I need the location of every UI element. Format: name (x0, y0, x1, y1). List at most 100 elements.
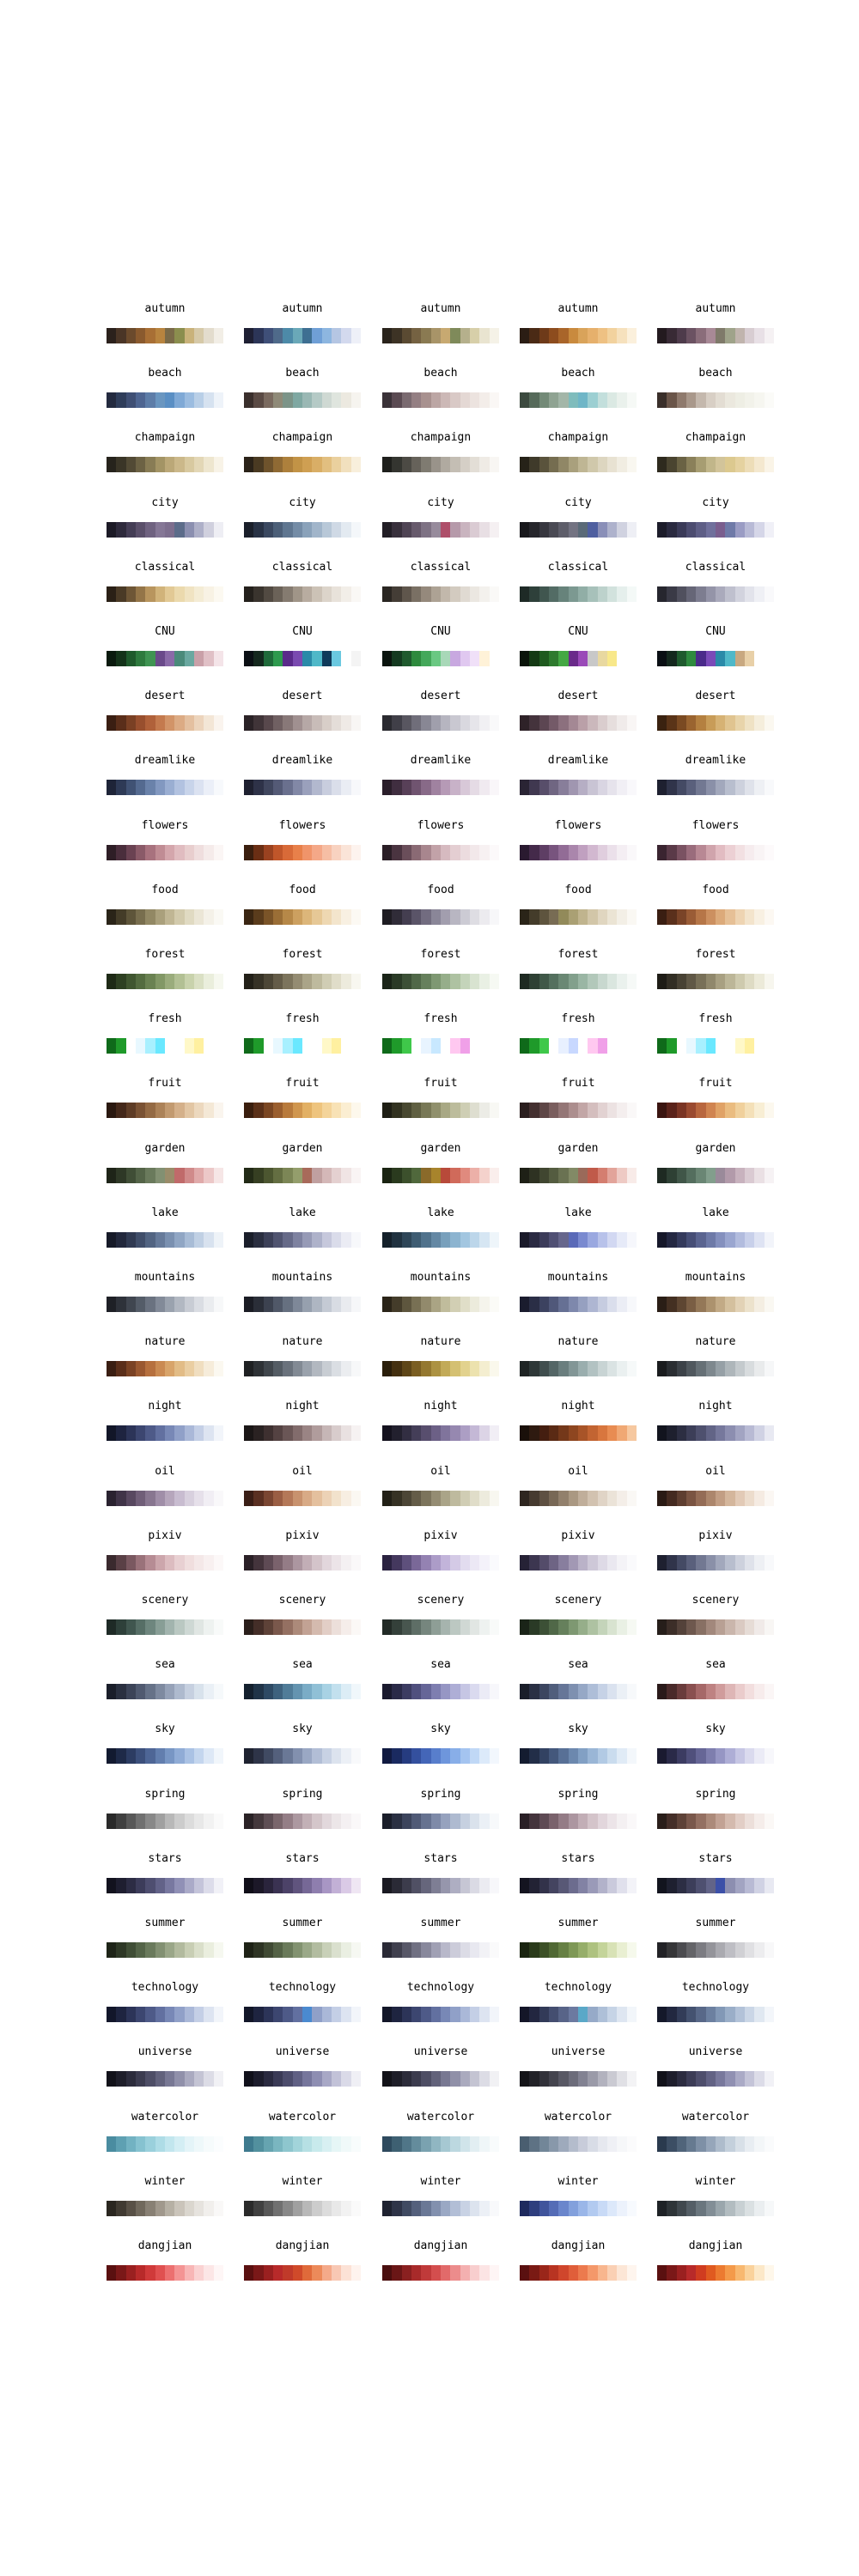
color-swatch (125, 586, 136, 602)
color-swatch (657, 1297, 667, 1312)
color-swatch (341, 1361, 351, 1377)
palette-title: universe (275, 2045, 330, 2059)
color-swatch (321, 2265, 332, 2281)
color-swatch (145, 1103, 155, 1119)
color-swatch (489, 1942, 499, 1958)
color-swatch (283, 2007, 293, 2023)
color-swatch (469, 1167, 480, 1183)
color-swatch (193, 844, 204, 860)
color-swatch (568, 2007, 578, 2023)
color-swatch (430, 392, 441, 409)
color-swatch (350, 1877, 361, 1893)
color-swatch (401, 1103, 411, 1119)
color-swatch (764, 1619, 774, 1635)
color-swatch (292, 1038, 302, 1054)
color-swatch (676, 1167, 686, 1183)
color-swatch (734, 1748, 745, 1765)
color-swatch (204, 2071, 214, 2087)
color-swatch (125, 1942, 136, 1958)
color-swatch (606, 1231, 618, 1248)
color-swatch (145, 1877, 155, 1893)
color-swatch (450, 392, 460, 409)
color-swatch (440, 2265, 451, 2281)
color-swatch (764, 1490, 774, 1506)
color-swatch (440, 1942, 451, 1958)
color-swatch (116, 457, 126, 473)
color-swatch (312, 1231, 322, 1248)
color-swatch (744, 521, 755, 538)
palette-title: dreamlike (685, 754, 746, 768)
color-swatch (626, 780, 637, 796)
palette-title: sky (155, 1722, 175, 1736)
color-swatch (450, 2136, 460, 2152)
color-swatch (558, 844, 569, 860)
color-swatch (331, 715, 342, 732)
color-swatch (597, 1554, 607, 1571)
color-swatch (193, 1942, 204, 1958)
color-swatch (382, 2200, 393, 2216)
color-swatch (350, 1103, 361, 1119)
color-swatch (469, 2007, 480, 2023)
color-swatch (667, 1038, 677, 1054)
color-swatch (430, 1684, 441, 1700)
color-swatch (558, 1877, 569, 1893)
color-swatch (715, 1748, 726, 1765)
color-swatch (539, 1554, 549, 1571)
color-swatch (350, 1425, 361, 1442)
color-swatch (164, 1425, 175, 1442)
color-swatch (764, 974, 774, 989)
color-swatch (392, 715, 402, 732)
color-swatch (606, 908, 618, 925)
color-swatch (450, 2007, 460, 2023)
color-swatch (548, 328, 559, 343)
color-swatch (184, 1619, 194, 1635)
color-swatch (253, 1231, 264, 1248)
color-swatch (321, 844, 332, 860)
color-swatch (558, 1490, 569, 1506)
color-swatch (705, 1554, 716, 1571)
color-swatch (263, 2071, 273, 2087)
color-swatch (430, 908, 441, 925)
color-swatch (588, 1490, 598, 1506)
color-swatch (213, 2007, 223, 2023)
palette-title: city (289, 495, 316, 509)
color-swatch (626, 908, 637, 925)
color-swatch (754, 1231, 765, 1248)
color-swatch (577, 1361, 588, 1377)
color-swatch (135, 392, 146, 409)
color-swatch (382, 1490, 393, 1506)
color-swatch (568, 1942, 578, 1958)
color-swatch (116, 974, 126, 989)
color-swatch (479, 780, 490, 796)
swatch-row (520, 2136, 637, 2152)
swatch-row (520, 2071, 637, 2087)
color-swatch (283, 1038, 293, 1054)
color-swatch (754, 521, 765, 538)
color-swatch (479, 651, 490, 666)
color-swatch (135, 1297, 146, 1312)
color-swatch (116, 392, 126, 409)
color-swatch (725, 780, 735, 796)
color-swatch (244, 586, 254, 602)
color-swatch (116, 2136, 126, 2152)
color-swatch (244, 1231, 254, 1248)
color-swatch (421, 1361, 431, 1377)
swatch-row (657, 586, 774, 602)
color-swatch (450, 328, 460, 343)
color-swatch (350, 1490, 361, 1506)
color-swatch (597, 2265, 607, 2281)
color-swatch (331, 1619, 342, 1635)
color-swatch (715, 1425, 726, 1442)
color-swatch (272, 328, 283, 343)
color-swatch (520, 908, 530, 925)
color-swatch (350, 2200, 361, 2216)
color-swatch (617, 715, 627, 732)
color-swatch (392, 1684, 402, 1700)
color-swatch (145, 328, 155, 343)
color-swatch (754, 1684, 765, 1700)
color-swatch (460, 1619, 470, 1635)
color-swatch (302, 974, 313, 989)
swatch-row (520, 1231, 637, 1248)
color-swatch (568, 1877, 578, 1893)
swatch-row (382, 1684, 499, 1700)
